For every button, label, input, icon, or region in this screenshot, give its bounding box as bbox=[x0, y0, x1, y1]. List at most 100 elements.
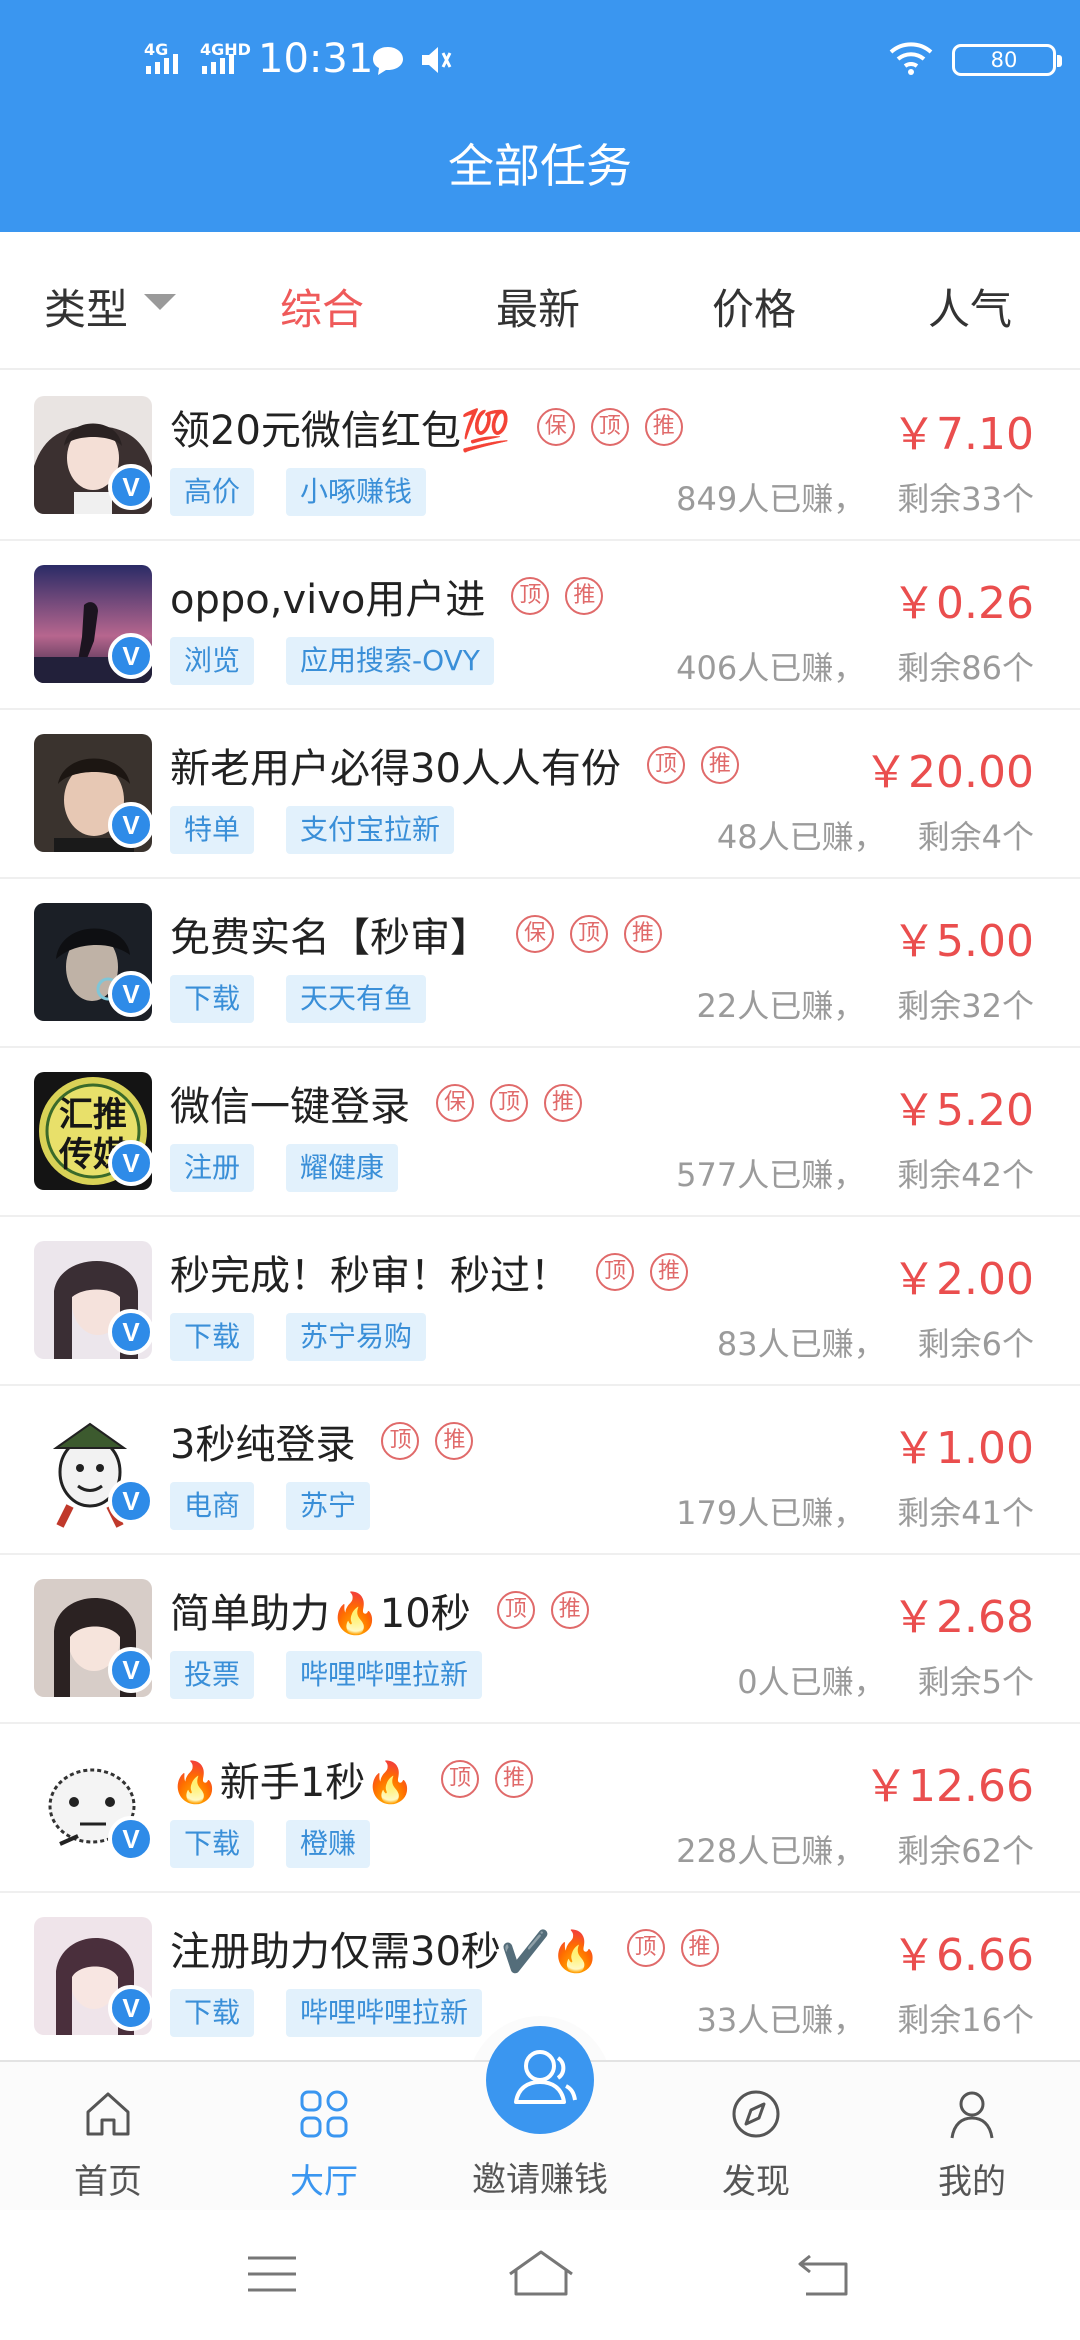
task-tag-category: 下载 bbox=[170, 1820, 255, 1868]
filter-price[interactable]: 价格 bbox=[712, 276, 796, 337]
status-bar: 4G 4GHD 10:31 80 bbox=[0, 0, 1080, 120]
task-tag-source: 哔哩哔哩拉新 bbox=[286, 1651, 483, 1699]
task-tag-source: 苏宁 bbox=[286, 1482, 371, 1530]
top-badge: 顶 bbox=[511, 577, 550, 615]
task-row[interactable]: V 新老用户必得30人人有份 顶 推 ￥20.00 特单 支付宝拉新 48人已赚… bbox=[0, 710, 1080, 879]
task-price: ￥5.20 bbox=[892, 1085, 1034, 1136]
task-title: 新老用户必得30人人有份 顶 推 bbox=[170, 736, 739, 794]
status-time: 10:31 bbox=[258, 36, 374, 82]
remaining-count: 剩余33个 bbox=[897, 480, 1034, 518]
tab-mine[interactable]: 我的 bbox=[864, 2062, 1080, 2212]
recommend-badge: 推 bbox=[550, 1591, 589, 1629]
recommend-badge: 推 bbox=[435, 1422, 474, 1460]
recommend-badge: 推 bbox=[650, 1253, 688, 1291]
task-row[interactable]: V oppo,vivo用户进 顶 推 ￥0.26 浏览 应用搜索-OVY 406… bbox=[0, 541, 1080, 710]
task-row[interactable]: V 简单助力🔥10秒 顶 推 ￥2.68 投票 哔哩哔哩拉新 0人已赚， 剩余5个 bbox=[0, 1555, 1080, 1724]
signal-bars-2-icon bbox=[202, 52, 234, 74]
task-stats: 83人已赚， 剩余6个 bbox=[717, 1319, 1034, 1365]
recommend-badge: 推 bbox=[565, 577, 604, 615]
menu-icon[interactable] bbox=[246, 2252, 298, 2296]
recommend-badge: 推 bbox=[644, 408, 683, 446]
tab-home-label: 首页 bbox=[74, 2162, 142, 2202]
top-badge: 顶 bbox=[596, 1253, 634, 1291]
task-title-text: 微信一键登录 bbox=[170, 1084, 410, 1130]
task-stats: 179人已赚， 剩余41个 bbox=[676, 1488, 1034, 1534]
remaining-count: 剩余86个 bbox=[897, 649, 1034, 687]
verified-icon: V bbox=[108, 1985, 154, 2031]
task-title: 注册助力仅需30秒✔️🔥 顶 推 bbox=[170, 1919, 719, 1977]
task-row[interactable]: V 领20元微信红包💯 保 顶 推 ￥7.10 高价 小啄赚钱 849人已赚， 剩… bbox=[0, 372, 1080, 541]
task-tag-category: 高价 bbox=[170, 468, 255, 516]
task-title-text: oppo,vivo用户进 bbox=[170, 577, 486, 623]
filter-bar: 类型 综合 最新 价格 人气 bbox=[0, 232, 1080, 370]
earned-count: 22人已赚， bbox=[696, 987, 866, 1025]
task-tag-source: 支付宝拉新 bbox=[286, 806, 455, 854]
top-badge: 顶 bbox=[381, 1422, 420, 1460]
verified-icon: V bbox=[108, 1816, 154, 1862]
task-title: 免费实名【秒审】 保 顶 推 bbox=[170, 905, 662, 963]
task-stats: 577人已赚， 剩余42个 bbox=[676, 1150, 1034, 1196]
invite-button[interactable] bbox=[486, 2026, 594, 2134]
guarantee-badge: 保 bbox=[436, 1084, 474, 1122]
tab-hall[interactable]: 大厅 bbox=[216, 2062, 432, 2212]
task-title-text: 秒完成！秒审！秒过！ bbox=[170, 1253, 570, 1299]
task-price: ￥0.26 bbox=[892, 578, 1034, 629]
filter-newest[interactable]: 最新 bbox=[496, 276, 580, 337]
home-nav-icon[interactable] bbox=[506, 2248, 576, 2298]
task-title: 🔥新手1秒🔥 顶 推 bbox=[170, 1750, 534, 1808]
task-row[interactable]: V 3秒纯登录 顶 推 ￥1.00 电商 苏宁 179人已赚， 剩余41个 bbox=[0, 1386, 1080, 1555]
task-tag-category: 投票 bbox=[170, 1651, 255, 1699]
filter-popular[interactable]: 人气 bbox=[928, 276, 1012, 337]
remaining-count: 剩余5个 bbox=[917, 1663, 1034, 1701]
guarantee-badge: 保 bbox=[516, 915, 554, 953]
system-nav-bar bbox=[0, 2212, 1080, 2340]
tab-home[interactable]: 首页 bbox=[0, 2062, 216, 2212]
top-badge: 顶 bbox=[646, 746, 685, 784]
task-row[interactable]: V 🔥新手1秒🔥 顶 推 ￥12.66 下载 橙赚 228人已赚， 剩余62个 bbox=[0, 1724, 1080, 1893]
task-row[interactable]: 汇推 传媒 V 微信一键登录 保 顶 推 ￥5.20 注册 耀健康 577人已赚，… bbox=[0, 1048, 1080, 1217]
task-stats: 33人已赚， 剩余16个 bbox=[697, 1995, 1034, 2041]
battery-icon: 80 bbox=[952, 44, 1062, 76]
volume-icon bbox=[422, 47, 452, 73]
tab-discover[interactable]: 发现 bbox=[648, 2062, 864, 2212]
task-stats: 0人已赚， 剩余5个 bbox=[737, 1657, 1034, 1703]
earned-count: 228人已赚， bbox=[676, 1832, 866, 1870]
verified-icon: V bbox=[108, 1140, 154, 1186]
task-row[interactable]: V 秒完成！秒审！秒过！ 顶 推 ￥2.00 下载 苏宁易购 83人已赚， 剩余6… bbox=[0, 1217, 1080, 1386]
earned-count: 577人已赚， bbox=[676, 1156, 866, 1194]
task-stats: 849人已赚， 剩余33个 bbox=[676, 474, 1034, 520]
task-stats: 406人已赚， 剩余86个 bbox=[676, 643, 1034, 689]
home-icon bbox=[86, 2092, 130, 2136]
task-price: ￥6.66 bbox=[892, 1930, 1034, 1981]
task-stats: 22人已赚， 剩余32个 bbox=[697, 981, 1034, 1027]
task-title: 简单助力🔥10秒 顶 推 bbox=[170, 1581, 589, 1639]
task-price: ￥5.00 bbox=[892, 916, 1034, 967]
task-price: ￥1.00 bbox=[892, 1423, 1034, 1474]
filter-comprehensive[interactable]: 综合 bbox=[280, 276, 364, 337]
earned-count: 179人已赚， bbox=[676, 1494, 866, 1532]
remaining-count: 剩余62个 bbox=[897, 1832, 1034, 1870]
task-tag-category: 浏览 bbox=[170, 637, 255, 685]
earned-count: 849人已赚， bbox=[676, 480, 866, 518]
filter-type-dropdown[interactable]: 类型 bbox=[44, 276, 128, 337]
remaining-count: 剩余6个 bbox=[917, 1325, 1034, 1363]
verified-icon: V bbox=[108, 971, 154, 1017]
verified-icon: V bbox=[108, 633, 154, 679]
verified-icon: V bbox=[108, 464, 154, 510]
task-title: 秒完成！秒审！秒过！ 顶 推 bbox=[170, 1243, 688, 1301]
task-tag-category: 电商 bbox=[170, 1482, 255, 1530]
remaining-count: 剩余4个 bbox=[917, 818, 1034, 856]
task-tag-source: 小啄赚钱 bbox=[286, 468, 427, 516]
remaining-count: 剩余41个 bbox=[897, 1494, 1034, 1532]
recommend-badge: 推 bbox=[700, 746, 739, 784]
recommend-badge: 推 bbox=[680, 1929, 719, 1967]
task-title: 领20元微信红包💯 保 顶 推 bbox=[170, 398, 683, 456]
task-tag-category: 下载 bbox=[170, 1989, 255, 2037]
task-tag-source: 应用搜索-OVY bbox=[286, 637, 494, 685]
task-title: oppo,vivo用户进 顶 推 bbox=[170, 567, 604, 625]
back-icon[interactable] bbox=[796, 2252, 852, 2296]
task-row[interactable]: V 免费实名【秒审】 保 顶 推 ￥5.00 下载 天天有鱼 22人已赚， 剩余3… bbox=[0, 879, 1080, 1048]
recommend-badge: 推 bbox=[624, 915, 662, 953]
task-title-text: 注册助力仅需30秒✔️🔥 bbox=[170, 1929, 601, 1975]
task-price: ￥12.66 bbox=[864, 1761, 1034, 1812]
